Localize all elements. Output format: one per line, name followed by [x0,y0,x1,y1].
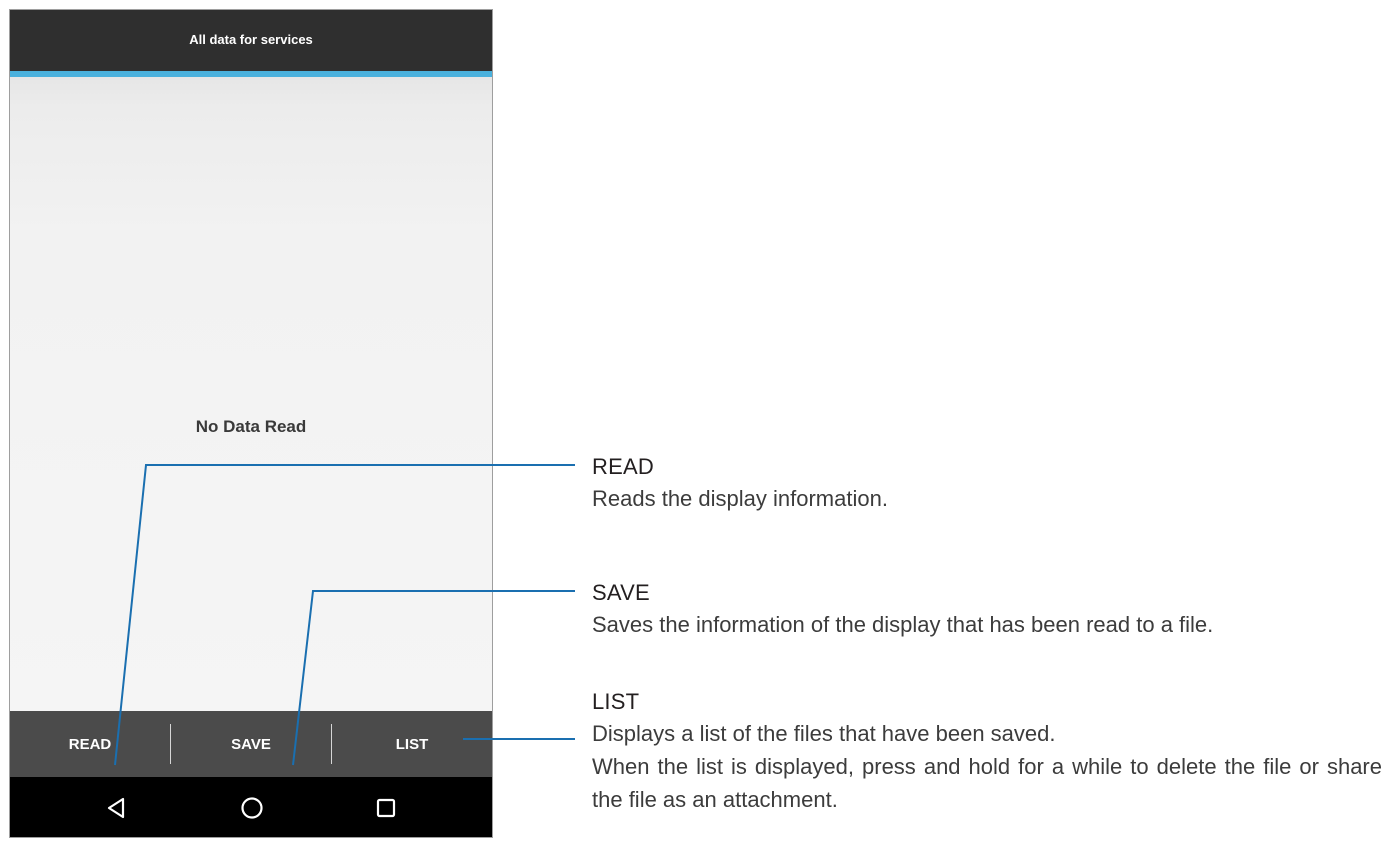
read-annotation-text: Reads the display information. [592,486,888,511]
recents-square-icon[interactable] [373,795,399,821]
phone-screen: All data for services No Data Read READ … [9,9,493,838]
home-circle-icon[interactable] [239,795,265,821]
list-annotation-desc: Displays a list of the files that have b… [592,717,1382,816]
list-annotation: LIST Displays a list of the files that h… [592,687,1382,816]
read-annotation: READ Reads the display information. [592,452,1382,515]
list-annotation-text-2: When the list is displayed, press and ho… [592,754,1382,812]
button-bar: READ SAVE LIST [10,711,492,777]
read-annotation-desc: Reads the display information. [592,482,1382,515]
list-annotation-text-1: Displays a list of the files that have b… [592,721,1056,746]
save-annotation-desc: Saves the information of the display tha… [592,608,1382,641]
empty-message: No Data Read [195,417,307,436]
list-annotation-title: LIST [592,689,640,714]
read-annotation-title: READ [592,454,654,479]
list-button[interactable]: LIST [332,711,492,777]
app-bar: All data for services [10,10,492,71]
app-title: All data for services [189,32,313,47]
back-triangle-icon[interactable] [104,795,130,821]
save-annotation: SAVE Saves the information of the displa… [592,578,1382,641]
save-annotation-title: SAVE [592,580,650,605]
save-annotation-text: Saves the information of the display tha… [592,612,1214,637]
save-button[interactable]: SAVE [171,711,331,777]
content-area: No Data Read [10,77,492,711]
navigation-bar [10,777,492,837]
read-button[interactable]: READ [10,711,170,777]
